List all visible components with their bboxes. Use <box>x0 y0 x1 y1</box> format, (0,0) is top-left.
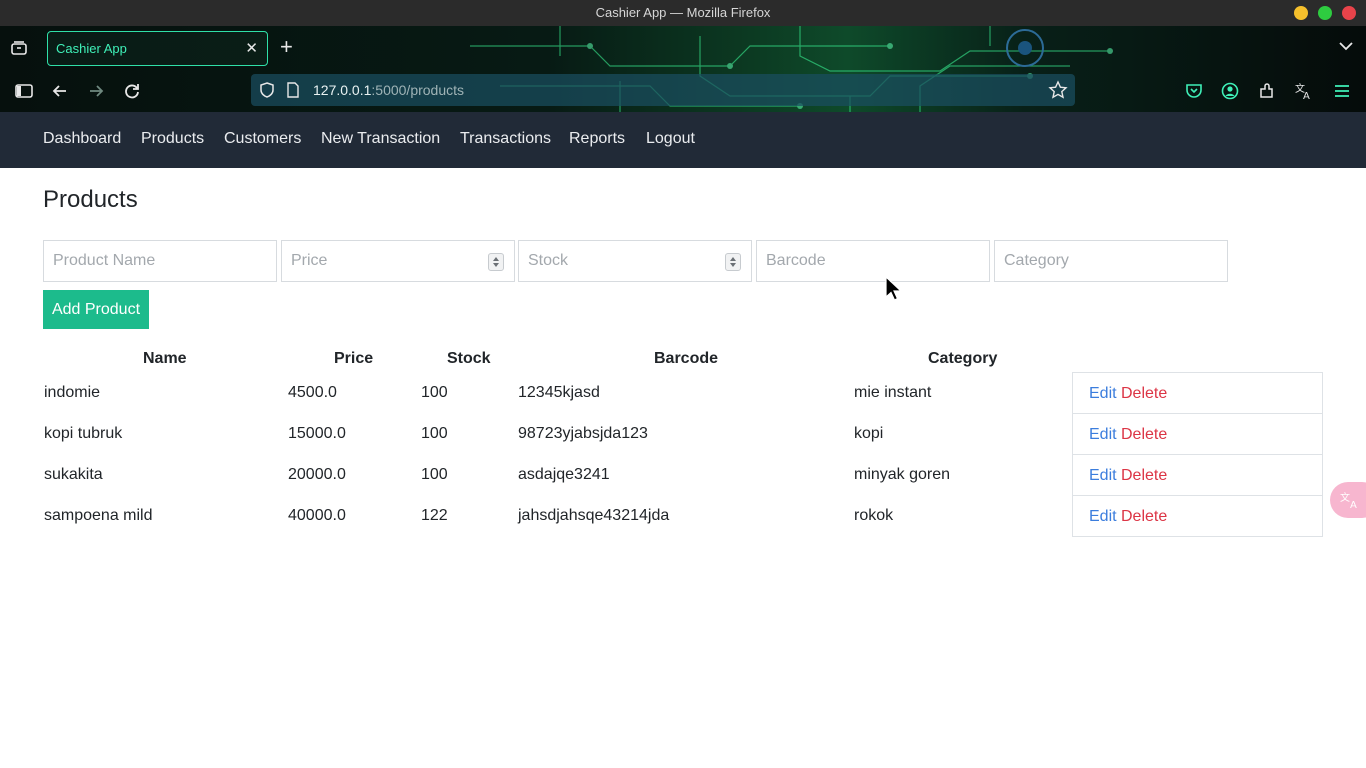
cell-price: 15000.0 <box>288 425 346 442</box>
new-tab-icon[interactable]: + <box>280 36 293 58</box>
category-field[interactable] <box>994 240 1228 282</box>
edit-link[interactable]: Edit <box>1089 508 1117 526</box>
stock-input[interactable] <box>519 241 751 281</box>
price-field[interactable] <box>281 240 515 282</box>
svg-text:A: A <box>1350 500 1357 510</box>
cell-stock: 122 <box>421 507 448 524</box>
barcode-field[interactable] <box>756 240 990 282</box>
cell-name: kopi tubruk <box>44 425 123 442</box>
cell-price: 4500.0 <box>288 384 337 401</box>
forward-icon[interactable] <box>86 81 106 101</box>
cell-barcode: jahsdjahsqe43214jda <box>518 507 670 524</box>
browser-toolbar: 127.0.0.1:5000/products 文 A <box>0 70 1366 112</box>
account-icon[interactable] <box>1220 81 1240 101</box>
back-icon[interactable] <box>50 81 70 101</box>
browser-chrome: Cashier App ✕ + 127.0.0.1:5000/products … <box>0 26 1366 112</box>
cell-category: rokok <box>854 507 894 524</box>
barcode-input[interactable] <box>757 241 989 281</box>
cell-stock: 100 <box>421 425 448 442</box>
nav-link-transactions[interactable]: Transactions <box>460 130 551 148</box>
cell-stock: 100 <box>421 384 448 401</box>
mouse-cursor-icon <box>885 276 903 301</box>
page-icon[interactable] <box>286 82 300 98</box>
url-text[interactable]: 127.0.0.1:5000/products <box>313 82 464 98</box>
cell-name: indomie <box>44 384 101 401</box>
extensions-icon[interactable] <box>1257 81 1277 101</box>
stock-spinner-icon[interactable] <box>725 253 741 271</box>
sidebar-icon[interactable] <box>14 81 34 101</box>
delete-link[interactable]: Delete <box>1121 426 1167 444</box>
page-title: Products <box>43 186 138 213</box>
menu-icon[interactable] <box>1332 81 1352 101</box>
window-controls <box>1294 6 1356 20</box>
cell-stock: 100 <box>421 466 448 483</box>
minimize-icon[interactable] <box>1294 6 1308 20</box>
cell-category: kopi <box>854 425 884 442</box>
price-spinner-icon[interactable] <box>488 253 504 271</box>
browser-tab[interactable]: Cashier App ✕ <box>47 31 268 66</box>
pocket-icon[interactable] <box>1184 81 1204 101</box>
tab-list-icon[interactable] <box>10 39 28 57</box>
url-path: :5000/products <box>371 82 465 98</box>
url-host: 127.0.0.1 <box>313 82 372 98</box>
nav-link-products[interactable]: Products <box>141 130 204 148</box>
column-header-barcode: Barcode <box>654 350 719 367</box>
translate-widget-button[interactable]: 文 A <box>1330 482 1366 518</box>
cell-category: mie instant <box>854 384 932 401</box>
add-product-button[interactable]: Add Product <box>43 290 149 329</box>
tab-close-icon[interactable]: ✕ <box>245 39 258 57</box>
translate-icon[interactable]: 文 A <box>1294 81 1314 101</box>
delete-link[interactable]: Delete <box>1121 467 1167 485</box>
product-name-field[interactable] <box>43 240 277 282</box>
row-actions: Edit Delete <box>1072 495 1323 537</box>
close-icon[interactable] <box>1342 6 1356 20</box>
cell-barcode: asdajqe3241 <box>518 466 610 483</box>
tab-strip: Cashier App ✕ + <box>0 26 1366 70</box>
cell-category: minyak goren <box>854 466 951 483</box>
cell-price: 40000.0 <box>288 507 346 524</box>
shield-icon[interactable] <box>258 81 276 99</box>
reload-icon[interactable] <box>122 81 142 101</box>
translate-icon: 文 A <box>1340 491 1357 510</box>
delete-link[interactable]: Delete <box>1121 385 1167 403</box>
column-header-category: Category <box>928 350 998 367</box>
chevron-down-icon[interactable] <box>1338 38 1354 54</box>
tab-title: Cashier App <box>56 41 127 56</box>
product-name-input[interactable] <box>44 241 276 281</box>
nav-link-dashboard[interactable]: Dashboard <box>43 130 121 148</box>
category-input[interactable] <box>995 241 1227 281</box>
nav-link-customers[interactable]: Customers <box>224 130 301 148</box>
url-bar[interactable]: 127.0.0.1:5000/products <box>251 74 1075 106</box>
column-header-stock: Stock <box>447 350 491 367</box>
cell-name: sampoena mild <box>44 507 153 524</box>
column-header-name: Name <box>143 350 187 367</box>
row-actions: Edit Delete <box>1072 454 1323 496</box>
window-title: Cashier App — Mozilla Firefox <box>595 5 771 20</box>
edit-link[interactable]: Edit <box>1089 385 1117 403</box>
maximize-icon[interactable] <box>1318 6 1332 20</box>
cell-barcode: 98723yjabsjda123 <box>518 425 648 442</box>
svg-text:A: A <box>1303 91 1310 101</box>
nav-link-new-transaction[interactable]: New Transaction <box>321 130 440 148</box>
nav-link-logout[interactable]: Logout <box>646 130 695 148</box>
window-titlebar: Cashier App — Mozilla Firefox <box>0 0 1366 26</box>
cell-price: 20000.0 <box>288 466 346 483</box>
cell-barcode: 12345kjasd <box>518 384 600 401</box>
nav-link-reports[interactable]: Reports <box>569 130 625 148</box>
cell-name: sukakita <box>44 466 103 483</box>
delete-link[interactable]: Delete <box>1121 508 1167 526</box>
svg-text:文: 文 <box>1340 491 1350 504</box>
edit-link[interactable]: Edit <box>1089 426 1117 444</box>
row-actions: Edit Delete <box>1072 413 1323 455</box>
edit-link[interactable]: Edit <box>1089 467 1117 485</box>
app-navbar: Dashboard Products Customers New Transac… <box>0 112 1366 168</box>
stock-field[interactable] <box>518 240 752 282</box>
column-header-price: Price <box>334 350 374 367</box>
row-actions: Edit Delete <box>1072 372 1323 414</box>
bookmark-star-icon[interactable] <box>1048 80 1068 100</box>
price-input[interactable] <box>282 241 514 281</box>
page-content: Dashboard Products Customers New Transac… <box>0 112 1366 768</box>
